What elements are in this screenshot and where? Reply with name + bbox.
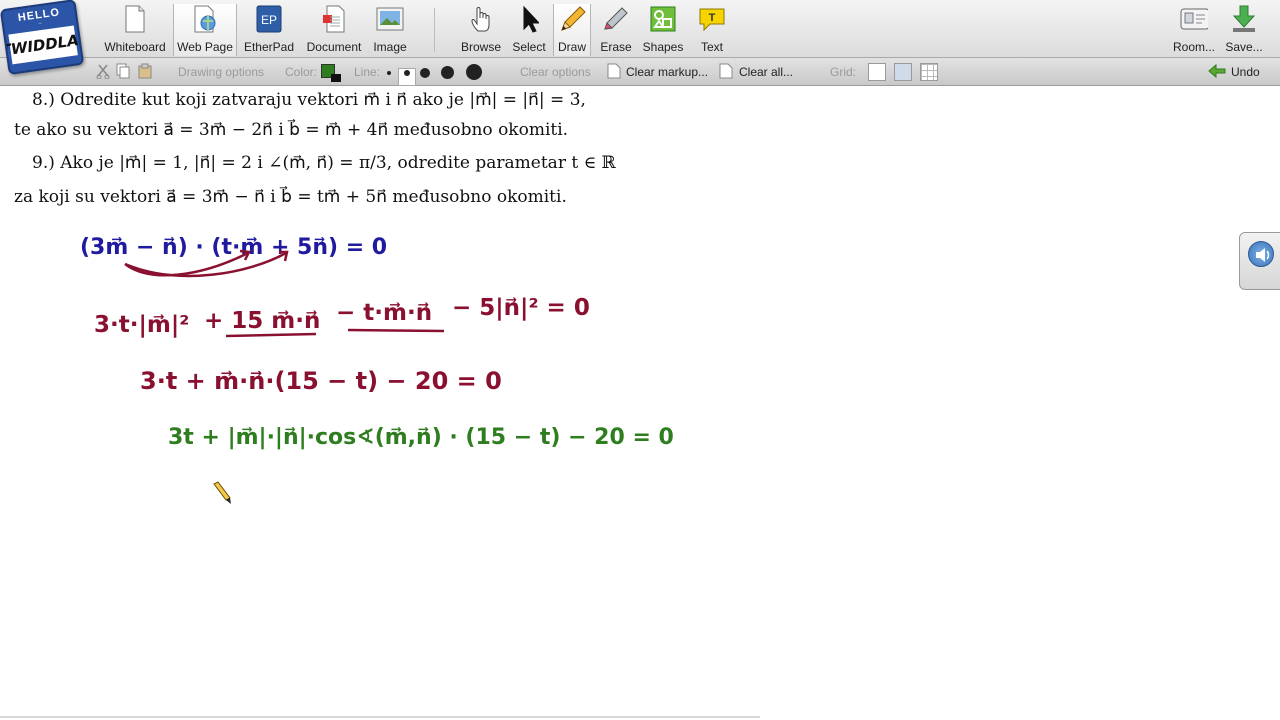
line-size-3[interactable]: [420, 68, 430, 78]
tool-room[interactable]: Room...: [1168, 4, 1220, 56]
tool-label: Browse: [460, 40, 501, 54]
pencil-cursor-icon: [213, 481, 231, 504]
document-icon: [320, 4, 348, 34]
tool-document[interactable]: Document: [302, 4, 366, 56]
color-swatch-shadow: [331, 74, 341, 82]
tool-save[interactable]: Save...: [1222, 4, 1266, 56]
line-size-4[interactable]: [441, 66, 454, 79]
options-bar: Drawing options Color: Line: Clear optio…: [0, 58, 1280, 86]
tool-browse[interactable]: Browse: [458, 4, 504, 56]
clear-options-label[interactable]: Clear options: [520, 65, 591, 79]
text-badge: T: [709, 12, 716, 24]
tool-select[interactable]: Select: [508, 4, 550, 56]
handwriting-layer: (3m⃗ − n⃗) · (t·m⃗ + 5n⃗) = 0 3·t·|m⃗|² …: [80, 235, 674, 504]
tool-etherpad[interactable]: EP EtherPad: [240, 4, 298, 56]
tool-image[interactable]: Image: [368, 4, 412, 56]
grid-none-button[interactable]: [868, 63, 886, 81]
grid-large-button[interactable]: [920, 63, 938, 81]
tool-label: Draw: [557, 40, 586, 54]
tool-text[interactable]: T Text: [692, 4, 732, 56]
eraser-icon: [602, 4, 630, 34]
grid-label: Grid:: [830, 65, 857, 79]
tool-label: Document: [306, 40, 362, 54]
cut-icon[interactable]: [96, 63, 110, 79]
hand-icon: [467, 4, 495, 34]
audio-chat-button[interactable]: [1239, 232, 1280, 290]
toolbar-divider: [434, 8, 435, 52]
room-icon: [1180, 4, 1208, 34]
color-label: Color:: [285, 65, 318, 79]
clear-markup-button[interactable]: Clear markup...: [626, 65, 708, 79]
clear-all-icon: [719, 63, 733, 79]
bottom-scrollbar-track: [0, 716, 760, 718]
tool-erase[interactable]: Erase: [596, 4, 636, 56]
handwritten-term-4: − 5|n⃗|² = 0: [452, 295, 590, 321]
line-size-2[interactable]: [404, 70, 410, 76]
arrow-cursor-icon: [515, 4, 543, 34]
tool-label: Whiteboard: [104, 40, 166, 54]
copy-icon[interactable]: [116, 63, 130, 79]
drawing-options-label[interactable]: Drawing options: [178, 65, 264, 79]
tool-web-page[interactable]: Web Page: [173, 4, 237, 56]
clear-all-button[interactable]: Clear all...: [739, 65, 793, 79]
grid-small-button[interactable]: [894, 63, 912, 81]
tool-label: Select: [512, 40, 546, 54]
tool-label: Web Page: [177, 40, 233, 54]
save-icon: [1230, 4, 1258, 34]
clear-markup-icon: [607, 63, 621, 79]
handwritten-term-2: + 15 m⃗·n⃗: [204, 308, 320, 334]
speaker-icon: [1248, 241, 1274, 267]
handwritten-equation-3: 3·t + m⃗·n⃗·(15 − t) − 20 = 0: [140, 367, 502, 395]
underline-2: [347, 328, 445, 333]
undo-arrow-icon: [1208, 63, 1226, 79]
tool-label: Text: [700, 40, 723, 54]
tool-label: Shapes: [642, 40, 684, 54]
handwritten-equation-1: (3m⃗ − n⃗) · (t·m⃗ + 5n⃗) = 0: [80, 235, 387, 260]
line-size-5[interactable]: [466, 64, 482, 80]
etherpad-badge: EP: [261, 13, 277, 27]
whiteboard-canvas[interactable]: 8.) Odredite kut koji zatvaraju vektori …: [0, 87, 1280, 720]
handwritten-term-1: 3·t·|m⃗|²: [94, 312, 189, 338]
undo-button[interactable]: Undo: [1231, 65, 1260, 79]
etherpad-icon: EP: [255, 4, 283, 34]
line-label: Line:: [354, 65, 381, 79]
text-icon: T: [698, 4, 726, 34]
tool-label: Image: [373, 40, 407, 54]
whiteboard-icon: [121, 4, 149, 34]
tool-draw[interactable]: Draw: [553, 4, 591, 56]
logo-name: TWIDDLA!: [0, 25, 84, 65]
tool-label: EtherPad: [243, 40, 295, 54]
web-page-icon: [191, 4, 219, 34]
image-icon: [376, 4, 404, 34]
tool-label: Erase: [600, 40, 632, 54]
paste-icon[interactable]: [138, 63, 152, 79]
tool-label: Save...: [1225, 40, 1263, 54]
shapes-icon: [649, 4, 677, 34]
tool-label: Room...: [1172, 40, 1215, 54]
underline-1: [225, 332, 317, 338]
main-toolbar: Whiteboard Web Page EP EtherPad Document…: [0, 0, 1280, 58]
tool-whiteboard[interactable]: Whiteboard: [100, 4, 170, 56]
line-size-1[interactable]: [387, 71, 391, 75]
pencil-icon: [558, 4, 586, 34]
twiddla-logo[interactable]: HELLO ~ TWIDDLA!: [0, 0, 85, 75]
handwritten-equation-4: 3t + |m⃗|·|n⃗|·cos∢(m⃗,n⃗) · (15 − t) − …: [168, 425, 674, 450]
tool-shapes[interactable]: Shapes: [641, 4, 685, 56]
handwritten-term-3: − t·m⃗·n⃗: [336, 300, 432, 326]
